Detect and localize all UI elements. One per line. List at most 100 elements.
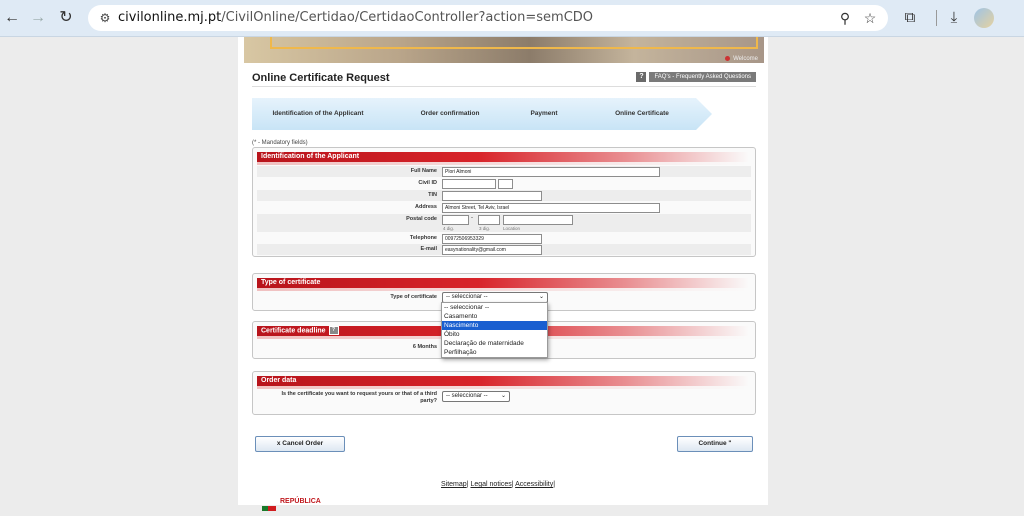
step-3-label: Payment <box>530 110 558 117</box>
order-question-label: Is the certificate you want to request y… <box>257 391 437 405</box>
tin-row: TIN <box>257 190 751 201</box>
postal-code-4dig-input[interactable] <box>442 215 469 225</box>
hint-3dig: 3 dig. <box>479 226 491 231</box>
help-icon[interactable]: ? <box>328 326 339 335</box>
url-host: civilonline.mj.pt <box>118 10 222 25</box>
section-header: Identification of the Applicant <box>257 152 749 165</box>
url-text: civilonline.mj.pt/CivilOnline/Certidao/C… <box>118 10 593 25</box>
civil-id-check-digit-input[interactable] <box>498 179 513 189</box>
telephone-row: Telephone 00972506953329 <box>257 233 751 244</box>
mandatory-note: (* - Mandatory fields) <box>252 140 308 146</box>
banner-frame <box>270 37 758 49</box>
welcome-link[interactable]: Welcome <box>725 55 758 62</box>
telephone-label: Telephone <box>409 235 437 241</box>
section-title: Identification of the Applicant <box>261 153 360 160</box>
order-data-section: Order data Is the certificate you want t… <box>252 371 756 415</box>
flag-icon <box>262 506 276 511</box>
site-settings-icon[interactable]: ⚙ <box>96 9 114 27</box>
order-question-line2: party? <box>420 398 437 404</box>
hint-location: Location <box>503 226 521 231</box>
email-input[interactable]: easynationality@gmail.com <box>442 245 542 255</box>
page-container: Welcome Online Certificate Request ? FAQ… <box>238 37 768 505</box>
footer-separator: | <box>511 481 514 488</box>
progress-steps: Identification of the Applicant Order co… <box>252 98 712 130</box>
reload-icon[interactable]: ↻ <box>56 8 76 28</box>
dropdown-option-highlighted[interactable]: Nascimento <box>442 321 547 330</box>
hint-4dig: 4 dig. <box>443 226 455 231</box>
back-arrow-icon[interactable]: ← <box>2 8 22 28</box>
civil-id-input[interactable] <box>442 179 496 189</box>
address-bar[interactable]: ⚙ civilonline.mj.pt/CivilOnline/Certidao… <box>88 5 888 31</box>
section-header: Type of certificate <box>257 278 749 291</box>
url-path: /CivilOnline/Certidao/CertidaoController… <box>221 10 594 25</box>
accessibility-link[interactable]: Accessibility <box>515 481 553 488</box>
footer-links: Sitemap| Legal notices| Accessibility| <box>441 481 555 488</box>
deadline-title-text: Certificate deadline <box>261 327 326 335</box>
logo-text: REPÚBLICA <box>280 498 321 505</box>
download-icon[interactable]: ⤓ <box>944 8 964 28</box>
footer-separator: | <box>553 481 556 488</box>
bookmark-star-icon[interactable]: ☆ <box>861 9 879 27</box>
page-title: Online Certificate Request <box>252 72 390 84</box>
toolbar-divider <box>936 10 937 26</box>
chevron-down-icon: ⌄ <box>500 393 506 399</box>
faq-button[interactable]: ? FAQ's - Frequently Asked Questions <box>636 72 756 82</box>
deadline-label: 6 Months <box>412 344 437 350</box>
faq-label: FAQ's - Frequently Asked Questions <box>649 72 756 82</box>
section-title: Certificate deadline? <box>261 326 339 336</box>
step-2-label: Order confirmation <box>420 110 480 117</box>
email-label: E-mail <box>420 246 437 252</box>
identification-section: Identification of the Applicant Full Nam… <box>252 147 756 257</box>
order-question-line1: Is the certificate you want to request y… <box>281 391 437 397</box>
dropdown-option[interactable]: Casamento <box>442 312 547 321</box>
dropdown-option[interactable]: Óbito <box>442 330 547 339</box>
forward-arrow-icon[interactable]: → <box>28 8 48 28</box>
dropdown-option[interactable]: -- seleccionar -- <box>442 303 547 312</box>
section-title: Type of certificate <box>261 279 321 286</box>
header-banner: Welcome <box>244 37 764 63</box>
civil-id-label: Civil ID <box>418 180 437 186</box>
full-name-input[interactable]: Plori Almoni <box>442 167 660 177</box>
postal-location-input[interactable] <box>503 215 573 225</box>
legal-notices-link[interactable]: Legal notices <box>470 481 511 488</box>
republic-logo: REPÚBLICA <box>262 498 340 511</box>
sitemap-link[interactable]: Sitemap <box>441 481 467 488</box>
step-4-label: Online Certificate <box>615 110 669 117</box>
section-header: Order data <box>257 376 749 389</box>
civil-id-row: Civil ID <box>257 178 751 189</box>
address-label: Address <box>414 204 437 210</box>
profile-avatar[interactable] <box>974 8 994 28</box>
address-input[interactable]: Almoni Street, Tel Aviv, Israel <box>442 203 660 213</box>
postal-code-3dig-input[interactable] <box>478 215 500 225</box>
order-question-row: Is the certificate you want to request y… <box>257 390 751 406</box>
order-party-select[interactable]: -- seleccionar -- ⌄ <box>442 391 510 402</box>
browser-toolbar: ← → ↻ ⚙ civilonline.mj.pt/CivilOnline/Ce… <box>0 0 1024 37</box>
step-1-label: Identification of the Applicant <box>272 110 364 117</box>
postal-code-row: Postal code - 4 dig. 3 dig. Location <box>257 214 751 232</box>
user-icon <box>725 55 731 61</box>
footer-separator: | <box>466 481 469 488</box>
email-row: E-mail easynationality@gmail.com <box>257 244 751 255</box>
continue-button[interactable]: Continue " <box>677 436 753 452</box>
telephone-input[interactable]: 00972506953329 <box>442 234 542 244</box>
certificate-type-dropdown-list[interactable]: -- seleccionar -- Casamento Nascimento Ó… <box>441 302 548 358</box>
dropdown-option[interactable]: Perfilhação <box>442 348 547 357</box>
certificate-type-label: Type of certificate <box>390 294 437 300</box>
full-name-row: Full Name Plori Almoni <box>257 166 751 177</box>
postal-code-label: Postal code <box>406 216 437 222</box>
certificate-type-selected: -- seleccionar -- <box>446 294 488 300</box>
cancel-order-button[interactable]: x Cancel Order <box>255 436 345 452</box>
order-party-selected: -- seleccionar -- <box>446 393 488 399</box>
full-name-label: Full Name <box>410 168 437 174</box>
question-icon: ? <box>636 72 647 82</box>
extensions-icon[interactable]: ⧉ <box>900 8 920 28</box>
postal-code-dash: - <box>471 215 473 221</box>
dropdown-option[interactable]: Declaração de maternidade <box>442 339 547 348</box>
address-row: Address Almoni Street, Tel Aviv, Israel <box>257 202 751 213</box>
welcome-text: Welcome <box>733 56 758 62</box>
title-divider <box>252 86 756 87</box>
tin-label: TIN <box>428 192 437 198</box>
tin-input[interactable] <box>442 191 542 201</box>
zoom-icon[interactable]: ⚲ <box>836 9 854 27</box>
chevron-down-icon: ⌄ <box>538 294 544 300</box>
